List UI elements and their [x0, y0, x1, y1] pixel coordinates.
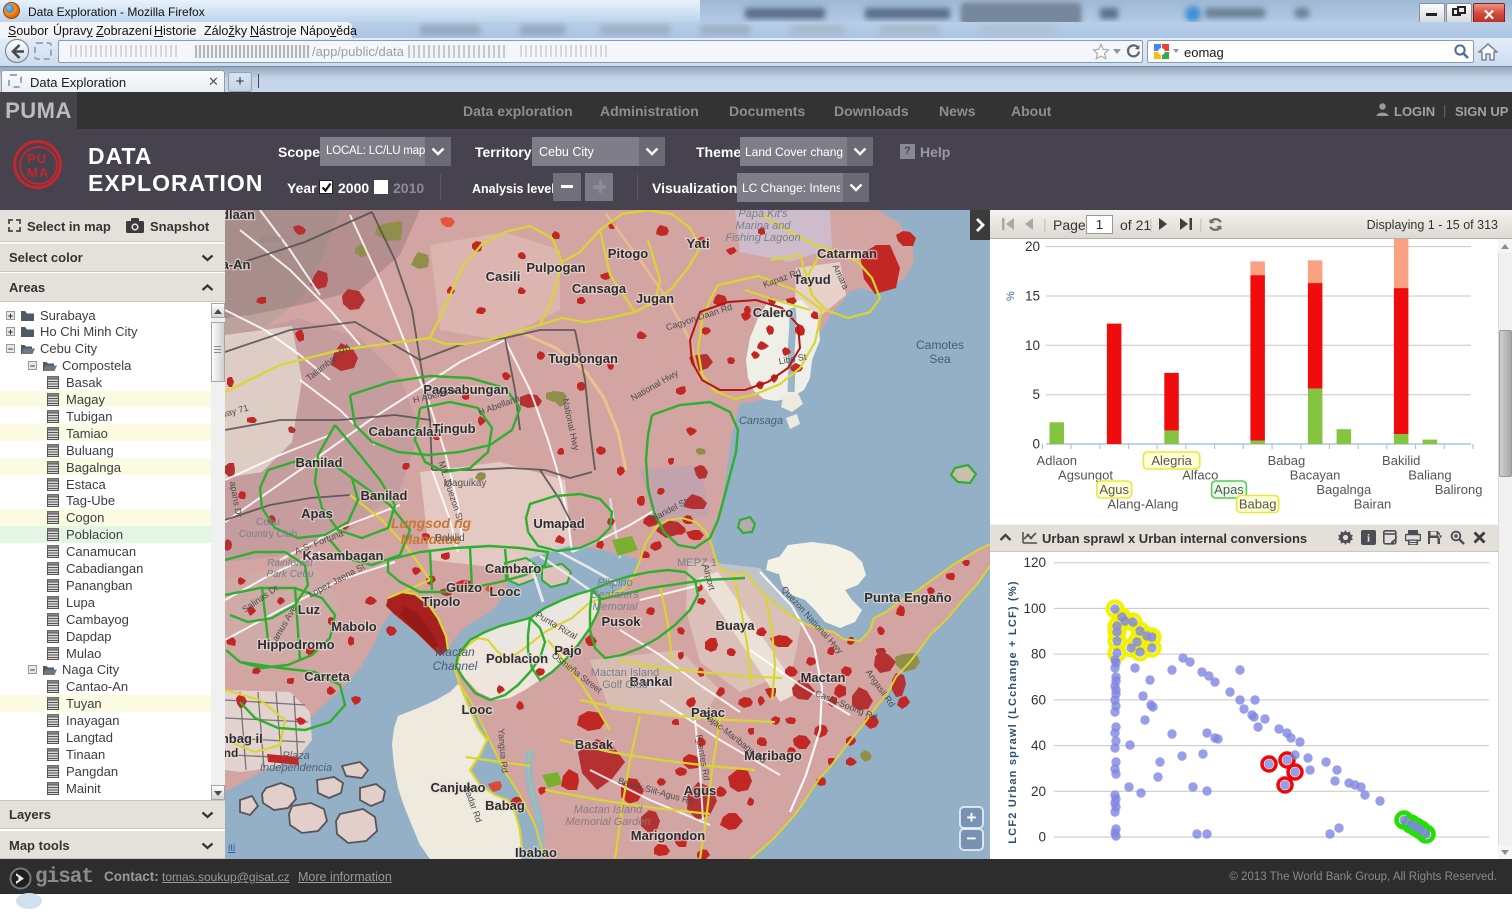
svg-text:Alang-Alang: Alang-Alang	[1107, 497, 1178, 512]
svg-text:Alfaco: Alfaco	[1182, 468, 1218, 483]
svg-text:iti: iti	[228, 843, 235, 854]
svg-text:+: +	[967, 808, 977, 827]
svg-text:Papa Kit's: Papa Kit's	[738, 210, 788, 220]
svg-text:Independencia: Independencia	[260, 762, 332, 774]
svg-text:Memorial: Memorial	[592, 601, 638, 613]
svg-text:Bacayan: Bacayan	[1290, 468, 1341, 483]
svg-text:200m: 200m	[260, 234, 283, 244]
svg-text:40: 40	[1031, 738, 1046, 753]
svg-text:nd: nd	[225, 746, 238, 760]
svg-text:Mactan Island: Mactan Island	[591, 667, 659, 679]
svg-text:Bakilid: Bakilid	[435, 533, 464, 544]
svg-text:Cansaga: Cansaga	[739, 415, 783, 427]
svg-text:Jugan: Jugan	[636, 291, 674, 306]
svg-text:Poblacion: Poblacion	[486, 651, 548, 666]
svg-text:Banilad: Banilad	[361, 488, 408, 503]
svg-text:Looc: Looc	[461, 702, 492, 717]
svg-text:15: 15	[1025, 289, 1040, 304]
svg-text:Cambaro: Cambaro	[485, 561, 541, 576]
svg-text:Kasambagan: Kasambagan	[303, 548, 384, 563]
svg-text:%: %	[1005, 291, 1017, 301]
svg-text:Carreta: Carreta	[304, 669, 350, 684]
svg-text:Pulpogan: Pulpogan	[526, 260, 585, 275]
svg-text:Bakilid: Bakilid	[1382, 453, 1420, 468]
svg-text:Babag: Babag	[485, 798, 525, 813]
svg-text:Hippodromo: Hippodromo	[257, 637, 334, 652]
svg-text:Mactan: Mactan	[435, 645, 475, 659]
svg-text:Sea: Sea	[929, 352, 951, 366]
svg-text:Buaya: Buaya	[715, 618, 755, 633]
svg-text:Tingub: Tingub	[432, 421, 475, 436]
svg-text:80: 80	[1031, 647, 1046, 662]
svg-text:Cabancalan: Cabancalan	[369, 424, 442, 439]
svg-text:Adlaon: Adlaon	[1037, 453, 1077, 468]
svg-text:Babag: Babag	[1239, 497, 1277, 512]
svg-text:Pitogo: Pitogo	[608, 246, 648, 261]
svg-text:Yati: Yati	[686, 236, 709, 251]
svg-text:Mactan Island: Mactan Island	[574, 804, 643, 816]
svg-text:Apas: Apas	[301, 506, 333, 521]
svg-text:Canjulao: Canjulao	[431, 780, 486, 795]
svg-text:20: 20	[1025, 239, 1040, 254]
svg-text:a-An: a-An	[225, 257, 251, 272]
svg-text:−: −	[967, 829, 977, 848]
svg-text:Balirong: Balirong	[1435, 482, 1483, 497]
svg-text:Country Club: Country Club	[239, 529, 298, 540]
svg-text:Babag: Babag	[1268, 453, 1306, 468]
svg-text:dlaan: dlaan	[225, 210, 255, 222]
svg-text:Seafarers: Seafarers	[591, 589, 639, 601]
svg-text:20: 20	[1031, 784, 1046, 799]
svg-text:Golf Club: Golf Club	[602, 679, 648, 691]
svg-text:5: 5	[1032, 387, 1040, 402]
svg-text:Mabolo: Mabolo	[331, 619, 377, 634]
svg-text:Agus: Agus	[1099, 482, 1129, 497]
svg-text:Umapad: Umapad	[533, 516, 584, 531]
svg-text:120: 120	[1023, 555, 1046, 570]
svg-text:Tugbongan: Tugbongan	[548, 351, 618, 366]
svg-text:0: 0	[1032, 437, 1040, 452]
svg-text:Looc: Looc	[489, 584, 520, 599]
svg-text:Mactan: Mactan	[801, 670, 846, 685]
svg-text:Memorial Garden: Memorial Garden	[566, 816, 651, 828]
svg-text:0: 0	[1038, 830, 1046, 845]
svg-text:Punta Engaño: Punta Engaño	[864, 590, 951, 605]
svg-text:Apas: Apas	[1214, 482, 1244, 497]
svg-text:10: 10	[1025, 338, 1040, 353]
svg-text:Channel: Channel	[433, 659, 478, 673]
svg-text:Bairan: Bairan	[1354, 497, 1392, 512]
svg-text:Plaza: Plaza	[282, 750, 310, 762]
svg-text:Park Cebu: Park Cebu	[266, 569, 314, 580]
svg-text:Baliang: Baliang	[1408, 468, 1451, 483]
svg-text:Luz: Luz	[298, 602, 321, 617]
svg-text:Fishing Lagoon: Fishing Lagoon	[725, 232, 800, 244]
svg-text:Camotes: Camotes	[916, 338, 964, 352]
svg-text:Guizo: Guizo	[446, 580, 482, 595]
svg-text:Pilipino: Pilipino	[597, 577, 632, 589]
svg-text:Banilad: Banilad	[296, 455, 343, 470]
svg-text:mbag il: mbag il	[225, 731, 263, 746]
svg-text:100: 100	[1023, 601, 1046, 616]
svg-text:60: 60	[1031, 692, 1046, 707]
svg-text:Catarman: Catarman	[817, 246, 877, 261]
svg-text:LCF2 Urban sprawl (LCchange +: LCF2 Urban sprawl (LCchange + LCF) (%)	[1007, 580, 1019, 843]
svg-text:Marigondon: Marigondon	[631, 828, 705, 843]
svg-text:Calero: Calero	[753, 305, 794, 320]
svg-text:Basak: Basak	[575, 737, 614, 752]
svg-text:Alegria: Alegria	[1151, 453, 1192, 468]
svg-text:Tipolo: Tipolo	[422, 594, 461, 609]
svg-text:Marina and: Marina and	[735, 220, 791, 232]
svg-text:Casili: Casili	[486, 269, 521, 284]
svg-text:Rainforest: Rainforest	[267, 558, 314, 569]
svg-text:i: i	[1367, 533, 1370, 545]
svg-text:Cebu: Cebu	[256, 517, 280, 528]
svg-text:Cansaga: Cansaga	[572, 281, 627, 296]
svg-text:Bagalnga: Bagalnga	[1316, 482, 1372, 497]
svg-text:Pusok: Pusok	[601, 614, 641, 629]
svg-text:Ibabao: Ibabao	[515, 845, 557, 859]
